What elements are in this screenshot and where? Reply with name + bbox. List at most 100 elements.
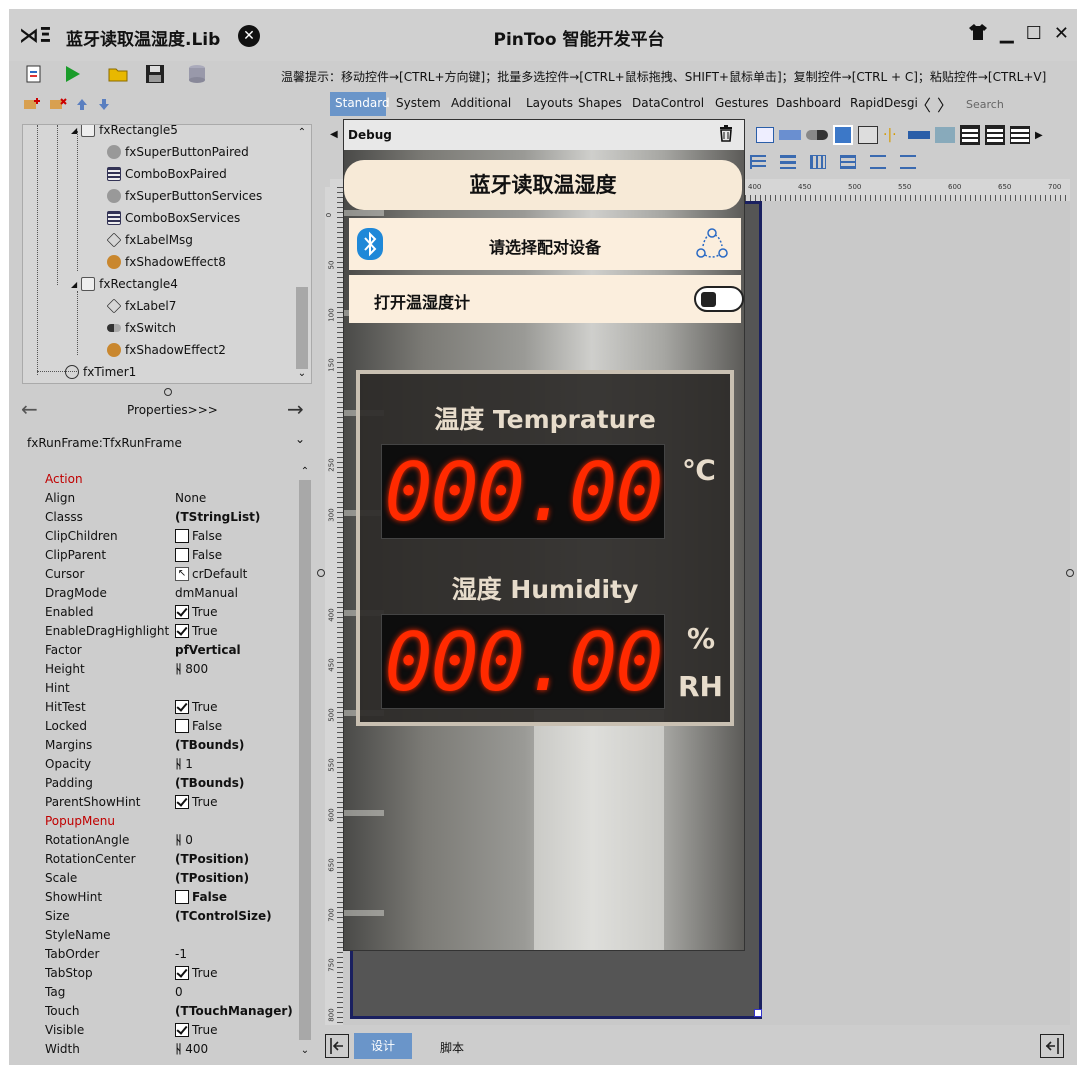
- property-row[interactable]: Width ᚺ 400: [45, 1039, 307, 1058]
- checkbox[interactable]: [175, 547, 189, 562]
- property-row[interactable]: EnableDragHighlight True: [45, 621, 307, 640]
- tab-rapiddesign[interactable]: RapidDesgi: [850, 96, 918, 110]
- checkbox[interactable]: [175, 528, 189, 543]
- property-row[interactable]: StyleName: [45, 925, 307, 944]
- component-icon[interactable]: [960, 125, 980, 145]
- property-row[interactable]: ▶Margins(TBounds): [45, 735, 307, 754]
- tree-node[interactable]: ComboBoxPaired: [107, 167, 227, 181]
- property-value[interactable]: (TBounds): [175, 776, 244, 790]
- back-arrow-icon[interactable]: ←: [21, 397, 38, 421]
- tree-scrollbar[interactable]: ⌃ ⌄: [294, 127, 310, 379]
- trash-icon[interactable]: [718, 124, 734, 145]
- property-row[interactable]: Opacity ᚺ 1: [45, 754, 307, 773]
- property-value[interactable]: True: [175, 965, 218, 980]
- tree-node[interactable]: fxTimer1: [65, 365, 136, 379]
- property-value[interactable]: False: [175, 718, 222, 733]
- thermometer-switch[interactable]: [694, 286, 744, 312]
- tree-node[interactable]: fxShadowEffect8: [107, 255, 226, 269]
- tab-datacontrol[interactable]: DataControl: [632, 96, 704, 110]
- align-icon[interactable]: [870, 155, 886, 169]
- tree-node[interactable]: ComboBoxServices: [107, 211, 240, 225]
- run-icon[interactable]: [61, 63, 83, 85]
- tree-node[interactable]: fxLabelMsg: [106, 232, 193, 248]
- properties-scrollbar[interactable]: ⌃ ⌄: [298, 466, 312, 1056]
- splitter-handle[interactable]: [317, 569, 325, 577]
- property-value[interactable]: False: [175, 889, 227, 904]
- checkbox[interactable]: [175, 623, 189, 638]
- property-row[interactable]: PopupMenu: [45, 811, 307, 830]
- property-row[interactable]: Align None: [45, 488, 307, 507]
- property-row[interactable]: Height ᚺ 800: [45, 659, 307, 678]
- collapse-left-icon[interactable]: [325, 1034, 349, 1058]
- property-row[interactable]: ShowHint False: [45, 887, 307, 906]
- splitter-handle[interactable]: [164, 388, 172, 396]
- property-value[interactable]: False: [175, 528, 222, 543]
- add-node-icon[interactable]: [23, 97, 41, 111]
- align-icon[interactable]: [750, 155, 766, 169]
- align-icon[interactable]: [810, 155, 826, 169]
- component-icon[interactable]: [908, 131, 930, 139]
- property-row[interactable]: Visible True: [45, 1020, 307, 1039]
- property-grid[interactable]: Action Align None Classs (TStringList) ClipCh…: [45, 469, 307, 1059]
- component-icon[interactable]: [806, 130, 828, 140]
- tab-layouts[interactable]: Layouts: [526, 96, 573, 110]
- property-value[interactable]: ᚺ0: [175, 833, 193, 847]
- checkbox[interactable]: [175, 965, 189, 980]
- property-value[interactable]: dmManual: [175, 586, 238, 600]
- property-value[interactable]: ↖ crDefault: [175, 566, 247, 581]
- checkbox[interactable]: [175, 889, 189, 904]
- tab-standard[interactable]: Standard: [330, 92, 390, 116]
- tabs-next-icon[interactable]: 〉: [937, 92, 953, 116]
- property-row[interactable]: ClipParent False: [45, 545, 307, 564]
- frame-selector[interactable]: fxRunFrame:TfxRunFrame ⌄: [27, 432, 307, 450]
- property-value[interactable]: True: [175, 794, 218, 809]
- property-row[interactable]: ▶Padding(TBounds): [45, 773, 307, 792]
- property-value[interactable]: (TTouchManager): [175, 1004, 293, 1018]
- resize-handle[interactable]: [754, 1009, 762, 1017]
- tab-script[interactable]: 脚本: [440, 1039, 464, 1056]
- align-icon[interactable]: [780, 155, 796, 169]
- move-up-icon[interactable]: [75, 97, 89, 111]
- component-icon[interactable]: [833, 125, 853, 145]
- property-value[interactable]: True: [175, 604, 218, 619]
- property-value[interactable]: (TStringList): [175, 510, 260, 524]
- close-window-button[interactable]: ✕: [1054, 23, 1069, 45]
- spinner-icon[interactable]: ᚺ: [175, 757, 182, 771]
- property-value[interactable]: True: [175, 699, 218, 714]
- checkbox[interactable]: [175, 794, 189, 809]
- palette-search-input[interactable]: Search: [966, 98, 1004, 111]
- property-row[interactable]: Hint: [45, 678, 307, 697]
- tree-node[interactable]: fxSuperButtonPaired: [107, 145, 249, 159]
- property-value[interactable]: (TPosition): [175, 871, 249, 885]
- property-row[interactable]: ParentShowHint True: [45, 792, 307, 811]
- checkbox[interactable]: [175, 1022, 189, 1037]
- property-row[interactable]: Locked False: [45, 716, 307, 735]
- tab-system[interactable]: System: [396, 96, 441, 110]
- property-row[interactable]: ▶RotationCenter(TPosition): [45, 849, 307, 868]
- checkbox[interactable]: [175, 604, 189, 619]
- component-icon[interactable]: ·|·: [883, 127, 903, 143]
- minimize-button[interactable]: ▁: [1000, 23, 1014, 45]
- new-project-icon[interactable]: [24, 63, 46, 85]
- spinner-icon[interactable]: ᚺ: [175, 833, 182, 847]
- component-icon[interactable]: [935, 127, 955, 143]
- property-row[interactable]: Enabled True: [45, 602, 307, 621]
- align-icon[interactable]: [840, 155, 856, 169]
- property-row[interactable]: TabStop True: [45, 963, 307, 982]
- property-value[interactable]: ᚺ 800: [175, 662, 208, 676]
- tree-node[interactable]: ◢ fxRectangle4: [71, 277, 178, 291]
- spinner-icon[interactable]: ᚺ: [175, 662, 182, 676]
- property-row[interactable]: Cursor ↖ crDefault: [45, 564, 307, 583]
- property-row[interactable]: ▶Size(TControlSize): [45, 906, 307, 925]
- palette-scroll-right-icon[interactable]: ▶: [1035, 130, 1043, 141]
- tree-node[interactable]: fxLabel7: [106, 298, 176, 314]
- property-value[interactable]: 0: [175, 985, 183, 999]
- property-row[interactable]: Action: [45, 469, 307, 488]
- tree-node[interactable]: fxShadowEffect2: [107, 343, 226, 357]
- component-icon[interactable]: [1010, 126, 1030, 144]
- theme-shirt-icon[interactable]: [968, 23, 988, 45]
- maximize-button[interactable]: ☐: [1026, 23, 1042, 45]
- property-value[interactable]: (TPosition): [175, 852, 249, 866]
- property-value[interactable]: True: [175, 623, 218, 638]
- property-value[interactable]: -1: [175, 947, 187, 961]
